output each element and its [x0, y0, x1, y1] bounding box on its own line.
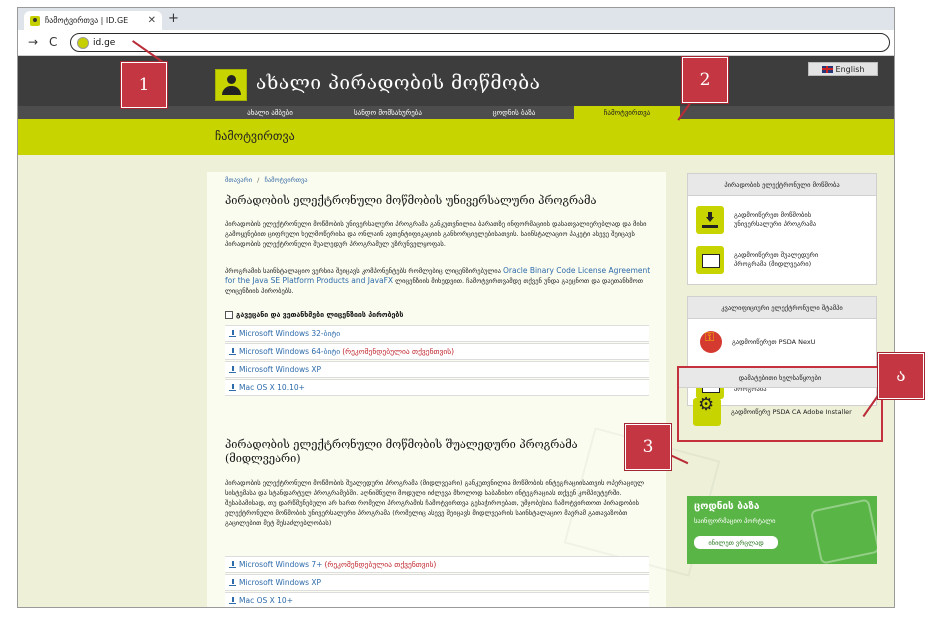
read-more-button[interactable]: ინილეთ ვრცლად	[694, 536, 778, 549]
key-icon	[700, 331, 722, 353]
knowledge-base-subtitle: საინფორმაციო პორტალი	[694, 517, 776, 525]
download-icon	[229, 366, 236, 373]
download-middleware-link[interactable]: გადმოიწერეთ შუალედური პროგრამა (მიდლვეარ…	[696, 246, 818, 274]
download-icon	[229, 348, 236, 355]
download-label: Microsoft Windows XP	[239, 365, 322, 374]
knowledge-base-banner[interactable]: ცოდნის ბაზა საინფორმაციო პორტალი ინილეთ …	[687, 496, 877, 564]
download-label: Microsoft Windows 64-ბიტი	[239, 347, 341, 356]
gears-icon	[693, 398, 721, 426]
id-card-icon	[696, 246, 724, 274]
back-icon[interactable]: →	[28, 35, 38, 49]
close-tab-icon[interactable]: ✕	[148, 15, 156, 26]
download-adobe-installer-link[interactable]: გადმოიწერე PSDA CA Adobe Installer	[693, 398, 852, 426]
highlighted-tools-panel: დამატებითი ხელსაწყოები გადმოიწერე PSDA C…	[677, 366, 883, 442]
reload-icon[interactable]: C	[49, 35, 57, 49]
nav-item-news[interactable]: ახალი ამბები	[215, 106, 325, 119]
middleware-description: პირადობის ელექტრონული მოწმობის შუალედური…	[225, 479, 644, 527]
annotation-badge-3: 3	[625, 424, 671, 470]
download-psda-nexu-link[interactable]: გადმოიწერეთ PSDA NexU	[696, 331, 815, 353]
license-paragraph: პროგრამის საინსტალაციო ვერსია შეიცავს კო…	[225, 266, 657, 296]
language-label: English	[835, 64, 865, 74]
download-icon	[229, 561, 236, 568]
nav-item-trusted-services[interactable]: სანდო მომსახურება	[328, 106, 448, 119]
recommended-note: (რეკომენდებულია თქვენთვის)	[342, 347, 455, 356]
download-icon	[696, 206, 724, 234]
download-link[interactable]: Microsoft Windows XP	[225, 574, 649, 591]
universal-program-description: პირადობის ელექტრონული მოწმობის უნივერსალ…	[225, 220, 647, 248]
download-link[interactable]: Microsoft Windows 7+ (რეკომენდებულია თქვ…	[225, 556, 649, 573]
middleware-heading-line2: (მიდლვეარი)	[225, 452, 301, 465]
license-agree-checkbox[interactable]: გავეცანი და ვეთანხმები ლიცენზიის პირობებ…	[225, 311, 403, 319]
item-label: გადმოიწერეთ მოწმობის უნივერსალური პროგრა…	[734, 211, 817, 228]
breadcrumb-current[interactable]: ჩამოტვირთვა	[264, 176, 307, 184]
recommended-note: (რეკომენდებულია თქვენთვის)	[324, 560, 437, 569]
annotation-badge-a: ა	[878, 353, 924, 399]
middleware-heading: პირადობის ელექტრონული მოწმობის შუალედური…	[225, 438, 578, 466]
item-label: გადმოიწერე PSDA CA Adobe Installer	[731, 407, 852, 416]
breadcrumb: მთავარი / ჩამოტვირთვა	[225, 176, 308, 184]
download-link[interactable]: Microsoft Windows 64-ბიტი (რეკომენდებული…	[225, 343, 649, 360]
address-bar[interactable]: id.ge	[70, 33, 890, 52]
page-title: ჩამოტვირთვა	[215, 129, 295, 143]
language-button[interactable]: English	[808, 62, 878, 76]
annotation-badge-1: 1	[121, 62, 167, 108]
panel-title: კვალიფიციური ელექტრონული შტამპი	[688, 297, 876, 319]
checkbox-label: გავეცანი და ვეთანხმები ლიცენზიის პირობებ…	[236, 311, 404, 319]
web-page: ახალი პირადობის მოწმობა English ახალი ამ…	[18, 56, 894, 607]
download-link[interactable]: Mac OS X 10+	[225, 592, 649, 607]
panel-title: პირადობის ელექტრონული მოწმობა	[688, 174, 876, 196]
browser-tab[interactable]: ჩამოტვირთვა | ID.GE ✕	[24, 11, 162, 30]
nav-item-download[interactable]: ჩამოტვირთვა	[574, 106, 680, 119]
site-info-icon[interactable]	[77, 36, 89, 49]
download-link[interactable]: Microsoft Windows 32-ბიტი	[225, 325, 649, 342]
download-icon	[229, 579, 236, 586]
uk-flag-icon	[821, 65, 833, 73]
download-link[interactable]: Microsoft Windows XP	[225, 361, 649, 378]
id-card-logo-icon[interactable]	[215, 69, 247, 101]
nav-item-knowledge-base[interactable]: ცოდნის ბაზა	[454, 106, 574, 119]
item-label: გადმოიწერეთ შუალედური პროგრამა (მიდლვეარ…	[734, 251, 819, 268]
download-icon	[229, 597, 236, 604]
download-icon	[229, 330, 236, 337]
download-label: Mac OS X 10.10+	[239, 383, 305, 392]
site-title[interactable]: ახალი პირადობის მოწმობა	[256, 72, 540, 94]
new-tab-button[interactable]: +	[168, 11, 179, 26]
tab-bar: ჩამოტვირთვა | ID.GE ✕ +	[18, 8, 894, 30]
download-label: Microsoft Windows 32-ბიტი	[239, 329, 341, 338]
license-text-before: პროგრამის საინსტალაციო ვერსია შეიცავს კო…	[225, 267, 501, 275]
download-icon	[229, 384, 236, 391]
download-label: Mac OS X 10+	[239, 596, 293, 605]
book-illustration-icon	[809, 498, 877, 564]
main-content: მთავარი / ჩამოტვირთვა პირადობის ელექტრონ…	[207, 172, 721, 607]
tab-title: ჩამოტვირთვა | ID.GE	[45, 16, 129, 25]
knowledge-base-title: ცოდნის ბაზა	[694, 501, 760, 512]
download-label: Microsoft Windows 7+	[239, 560, 323, 569]
checkbox-icon[interactable]	[225, 311, 233, 319]
favicon-icon	[30, 15, 40, 26]
annotation-badge-2: 2	[682, 57, 728, 103]
breadcrumb-separator: /	[257, 176, 260, 184]
id-card-panel: პირადობის ელექტრონული მოწმობა გადმოიწერე…	[687, 173, 877, 285]
universal-program-heading: პირადობის ელექტრონული მოწმობის უნივერსალ…	[225, 194, 597, 207]
breadcrumb-home[interactable]: მთავარი	[225, 176, 252, 184]
download-link[interactable]: Mac OS X 10.10+	[225, 379, 649, 396]
page-title-bar: ჩამოტვირთვა	[18, 119, 894, 155]
download-label: Microsoft Windows XP	[239, 578, 322, 587]
middleware-heading-line1: პირადობის ელექტრონული მოწმობის შუალედური…	[225, 438, 578, 451]
url-text: id.ge	[93, 37, 116, 48]
panel-title: დამატებითი ხელსაწყოები	[679, 368, 881, 388]
download-universal-program-link[interactable]: გადმოიწერეთ მოწმობის უნივერსალური პროგრა…	[696, 206, 816, 234]
item-label: გადმოიწერეთ PSDA NexU	[732, 337, 816, 346]
